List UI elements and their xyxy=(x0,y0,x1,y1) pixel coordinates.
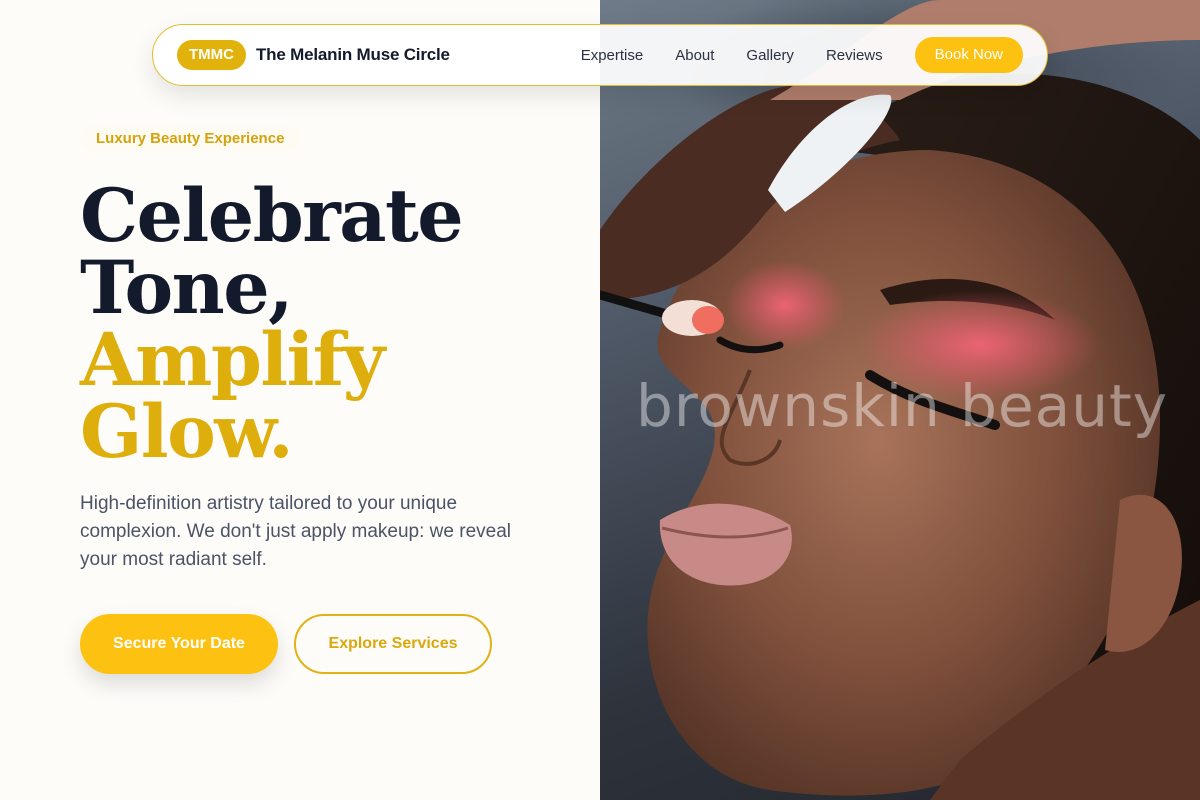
hero-description: High-definition artistry tailored to you… xyxy=(80,493,511,570)
secure-your-date-button[interactable]: Secure Your Date xyxy=(80,614,278,674)
book-now-button[interactable]: Book Now xyxy=(914,37,1023,73)
headline-line-3: Amplify xyxy=(80,317,385,403)
hero-tag: Luxury Beauty Experience xyxy=(80,126,301,151)
top-navbar: TMMC The Melanin Muse Circle Expertise A… xyxy=(152,24,1048,86)
explore-services-button[interactable]: Explore Services xyxy=(294,614,492,674)
photo-watermark: brownskin beauty xyxy=(636,372,1169,440)
headline-line-4: Glow. xyxy=(80,389,294,475)
headline-line-1: Celebrate xyxy=(80,173,464,259)
brand-logo[interactable]: TMMC The Melanin Muse Circle xyxy=(177,40,450,70)
hero-headline: Celebrate Tone, Amplify Glow. xyxy=(80,173,464,475)
hero-photo: brownskin beauty xyxy=(600,0,1200,800)
nav-link-about[interactable]: About xyxy=(675,47,714,64)
brand-badge: TMMC xyxy=(177,40,246,70)
nav-link-reviews[interactable]: Reviews xyxy=(826,47,883,64)
nav-link-expertise[interactable]: Expertise xyxy=(581,47,644,64)
headline-line-2: Tone, xyxy=(80,245,294,331)
nav-link-gallery[interactable]: Gallery xyxy=(746,47,794,64)
brand-name: The Melanin Muse Circle xyxy=(256,45,450,64)
nav-links: Expertise About Gallery Reviews xyxy=(581,47,883,64)
